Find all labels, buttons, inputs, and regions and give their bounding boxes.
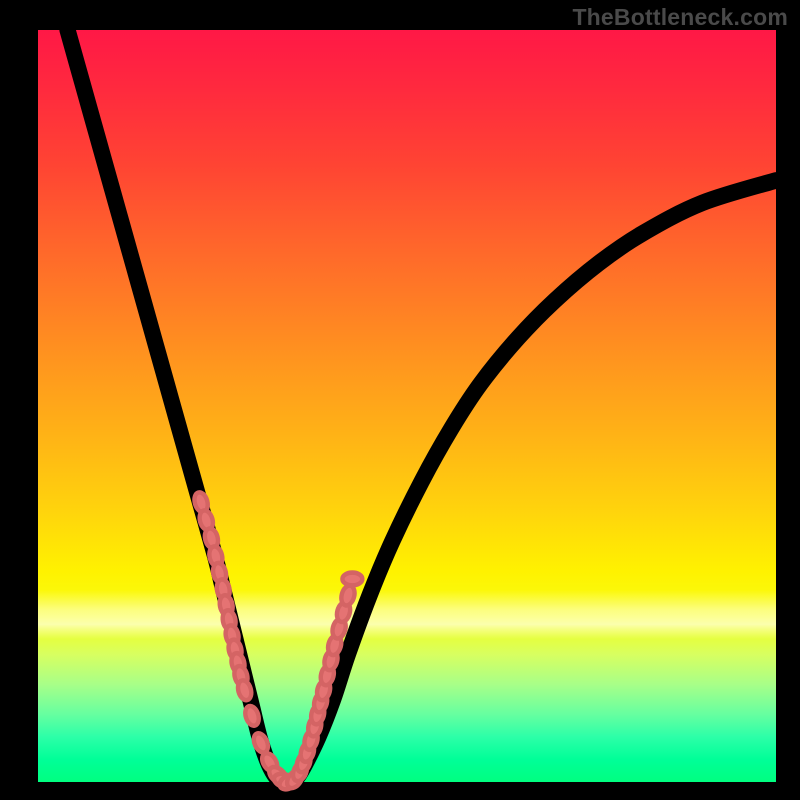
chart-stage: TheBottleneck.com <box>0 0 800 800</box>
bottleneck-curve <box>68 30 776 783</box>
watermark-label: TheBottleneck.com <box>572 4 788 31</box>
curve-svg <box>38 30 776 782</box>
plot-area <box>38 30 776 782</box>
marker-dots <box>192 491 362 793</box>
marker-dot <box>342 573 362 586</box>
